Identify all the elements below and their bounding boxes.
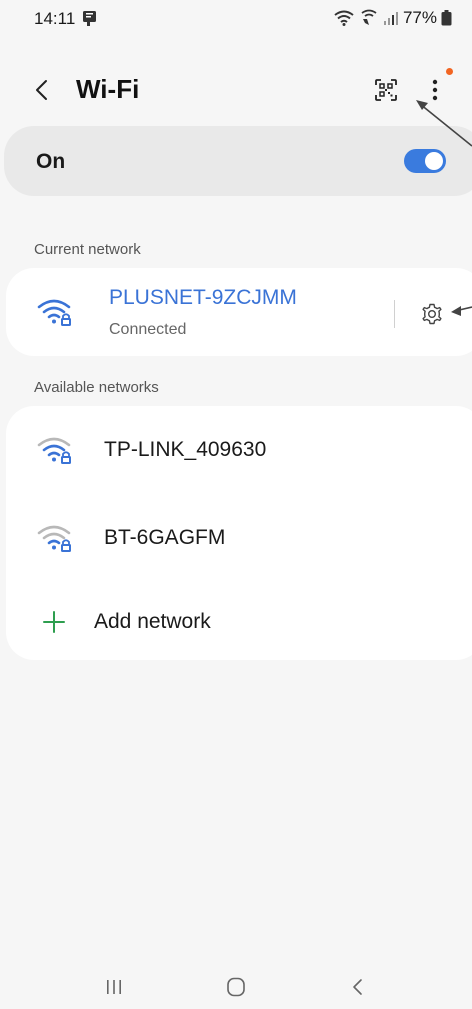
- recents-icon: [107, 980, 121, 994]
- battery-percent: 77%: [402, 8, 437, 27]
- gear-icon: [422, 303, 442, 325]
- network-name: TP-LINK_409630: [104, 438, 267, 461]
- notification-dot: [446, 68, 453, 75]
- plus-icon: [43, 611, 65, 633]
- app-header: Wi-Fi: [0, 60, 472, 120]
- network-settings-button[interactable]: [416, 298, 448, 330]
- current-network-label: Current network: [34, 241, 141, 258]
- available-networks-label: Available networks: [34, 379, 159, 396]
- network-name: BT-6GAGFM: [104, 526, 226, 549]
- wifi-status-icon: [333, 9, 355, 27]
- current-network-name: PLUSNET-9ZCJMM: [109, 286, 297, 309]
- wifi-calling-icon: [359, 9, 379, 27]
- status-bar: 14:11 77%: [0, 0, 472, 40]
- more-vert-icon: [432, 79, 438, 101]
- home-icon: [227, 977, 245, 997]
- wifi-lock-icon: [37, 299, 71, 326]
- network-item-tp-link[interactable]: TP-LINK_409630: [6, 406, 472, 496]
- network-item-bt[interactable]: BT-6GAGFM: [6, 492, 472, 582]
- current-network-row[interactable]: PLUSNET-9ZCJMM Connected: [6, 268, 472, 356]
- more-options-button[interactable]: [420, 74, 450, 106]
- status-icons: 77%: [333, 8, 452, 28]
- notification-icon: [82, 9, 100, 27]
- add-network-button[interactable]: Add network: [6, 582, 472, 660]
- available-networks-card: TP-LINK_409630 BT-6GAGFM Add network: [6, 406, 472, 660]
- wifi-lock-icon: [37, 525, 71, 552]
- home-button[interactable]: [216, 973, 256, 1001]
- current-network-status: Connected: [109, 321, 187, 338]
- add-network-label: Add network: [94, 610, 211, 633]
- signal-icon: [383, 10, 399, 26]
- current-network-card: PLUSNET-9ZCJMM Connected: [6, 268, 472, 356]
- wifi-toggle-card[interactable]: On: [4, 126, 472, 196]
- wifi-lock-icon: [37, 437, 71, 464]
- qr-code-icon: [375, 79, 397, 101]
- toggle-label: On: [36, 150, 66, 173]
- toggle-knob: [425, 152, 443, 170]
- divider: [394, 300, 395, 328]
- page-title: Wi-Fi: [76, 74, 140, 104]
- wifi-toggle-switch[interactable]: [404, 149, 446, 173]
- chevron-left-icon: [36, 80, 47, 100]
- recents-button[interactable]: [94, 973, 134, 1001]
- back-button[interactable]: [28, 76, 56, 104]
- battery-icon: [441, 10, 452, 26]
- qr-code-button[interactable]: [370, 74, 402, 106]
- status-time: 14:11: [34, 9, 76, 28]
- back-nav-button[interactable]: [338, 973, 378, 1001]
- back-nav-icon: [353, 979, 362, 995]
